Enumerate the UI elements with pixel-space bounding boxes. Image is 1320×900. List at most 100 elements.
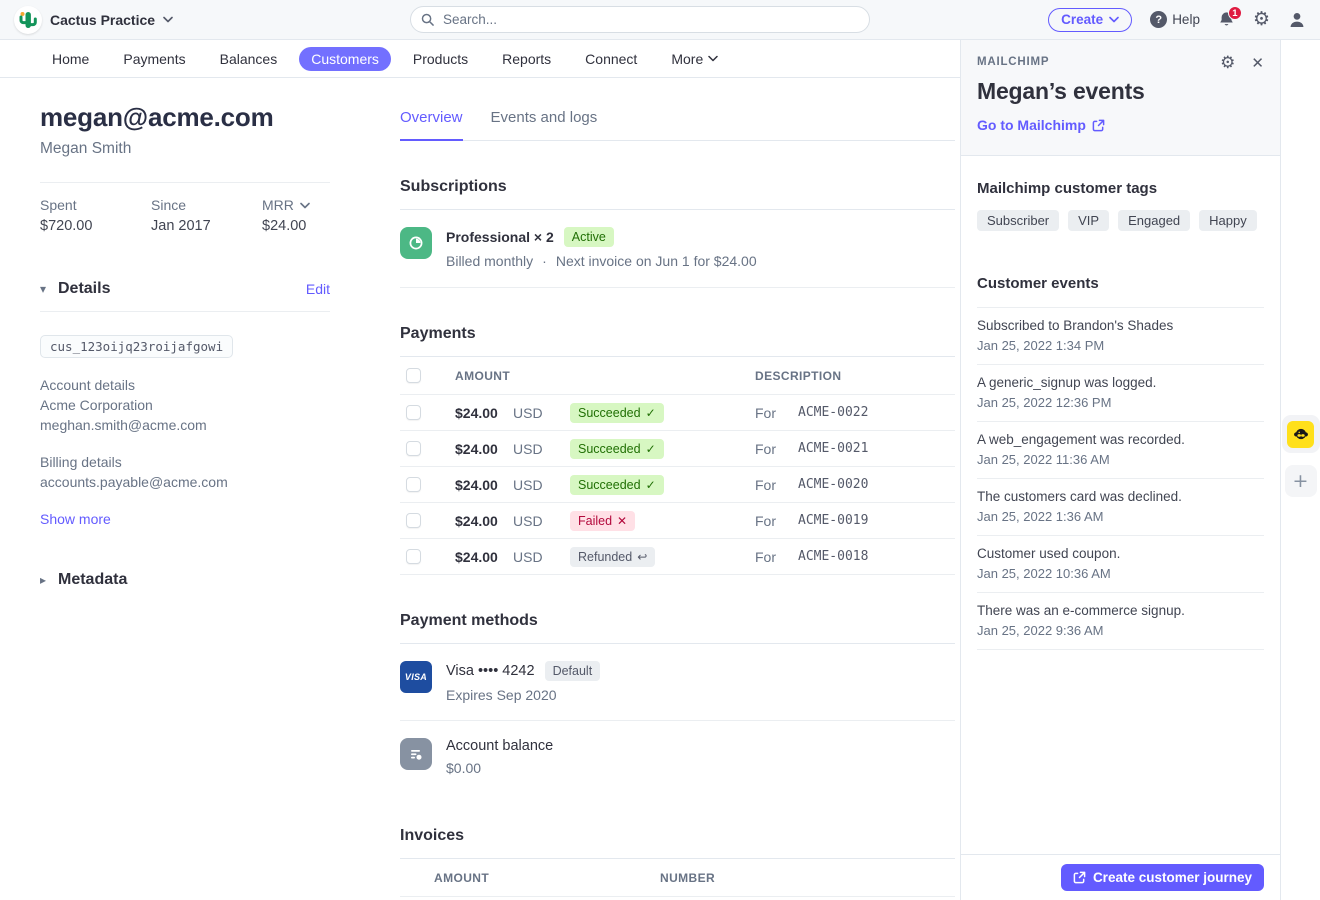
mailchimp-app-button[interactable]	[1282, 415, 1320, 453]
primary-nav: Home Payments Balances Customers Product…	[0, 40, 960, 78]
tab-events-and-logs[interactable]: Events and logs	[491, 109, 598, 140]
customer-tags: Subscriber VIP Engaged Happy	[977, 210, 1264, 231]
card-expiry: Expires Sep 2020	[446, 687, 600, 703]
details-header: ▾ Details Edit	[40, 280, 330, 298]
divider	[40, 311, 330, 312]
status-badge: Refunded ↩	[570, 547, 655, 567]
go-to-mailchimp-link[interactable]: Go to Mailchimp	[977, 117, 1105, 133]
payment-row[interactable]: $24.00 USD Succeeded ✓ For ACME-0022	[400, 395, 955, 431]
mailchimp-panel-body: Mailchimp customer tags Subscriber VIP E…	[961, 156, 1280, 650]
cactus-logo-icon	[14, 6, 42, 34]
notifications-button[interactable]: 1	[1218, 11, 1235, 28]
help-button[interactable]: ? Help	[1150, 11, 1200, 28]
nav-item-more[interactable]: More	[659, 47, 730, 71]
payments-table-header: AMOUNT DESCRIPTION	[400, 357, 955, 395]
event-item: A web_engagement was recorded. Jan 25, 2…	[977, 422, 1264, 479]
tag: Subscriber	[977, 210, 1059, 231]
event-item: Customer used coupon. Jan 25, 2022 10:36…	[977, 536, 1264, 593]
edit-details-link[interactable]: Edit	[306, 281, 330, 297]
balance-value: $0.00	[446, 760, 553, 776]
org-avatar	[14, 6, 42, 34]
invoice-code: ACME-0018	[798, 549, 868, 564]
status-badge: Succeeded ✓	[570, 439, 664, 459]
account-email: meghan.smith@acme.com	[40, 415, 330, 435]
search-input[interactable]	[410, 6, 870, 33]
dot-separator: ·	[542, 253, 547, 269]
stat-spent: Spent $720.00	[40, 197, 151, 234]
column-amount: AMOUNT	[455, 369, 510, 383]
status-badge: Succeeded ✓	[570, 475, 664, 495]
active-badge: Active	[564, 227, 614, 247]
show-more-link[interactable]: Show more	[40, 511, 330, 527]
row-checkbox[interactable]	[406, 513, 421, 528]
create-button[interactable]: Create	[1048, 8, 1132, 32]
subscription-clock-icon	[400, 227, 432, 259]
event-item: There was an e-commerce signup. Jan 25, …	[977, 593, 1264, 650]
stat-since: Since Jan 2017	[151, 197, 262, 234]
topbar-actions: Create ? Help 1 ⚙	[1048, 8, 1306, 32]
nav-item-balances[interactable]: Balances	[208, 47, 290, 71]
check-icon: ✓	[646, 405, 656, 421]
nav-item-products[interactable]: Products	[401, 47, 480, 71]
app-strip: +	[1280, 40, 1320, 900]
tag: VIP	[1068, 210, 1109, 231]
customer-detail-column: Overview Events and logs Subscriptions	[400, 78, 955, 897]
payment-row[interactable]: $24.00 USD Succeeded ✓ For ACME-0020	[400, 467, 955, 503]
panel-settings-gear-icon[interactable]: ⚙	[1220, 55, 1235, 72]
card-row[interactable]: VISA Visa •••• 4242 Default Expires Sep …	[400, 644, 955, 721]
panel-close-icon[interactable]: ✕	[1251, 54, 1264, 72]
invoices-table-header: AMOUNT NUMBER	[400, 859, 955, 897]
chevron-down-icon	[163, 16, 173, 23]
subscription-row[interactable]: Professional × 2 Active Billed monthly ·…	[400, 210, 955, 288]
nav-item-reports[interactable]: Reports	[490, 47, 563, 71]
row-checkbox[interactable]	[406, 405, 421, 420]
org-switcher[interactable]: Cactus Practice	[14, 6, 173, 34]
tag: Engaged	[1118, 210, 1190, 231]
card-label: Visa •••• 4242	[446, 663, 535, 679]
add-app-button[interactable]: +	[1285, 465, 1317, 497]
column-description: DESCRIPTION	[755, 369, 841, 383]
subscription-detail: Billed monthly · Next invoice on Jun 1 f…	[446, 253, 757, 269]
metadata-header[interactable]: ▸ Metadata	[40, 571, 330, 589]
nav-item-home[interactable]: Home	[40, 47, 101, 71]
tab-overview[interactable]: Overview	[400, 109, 463, 141]
account-company: Acme Corporation	[40, 395, 330, 415]
payment-row[interactable]: $24.00 USD Refunded ↩ For ACME-0018	[400, 539, 955, 575]
payment-row[interactable]: $24.00 USD Succeeded ✓ For ACME-0021	[400, 431, 955, 467]
row-checkbox[interactable]	[406, 441, 421, 456]
subscriptions-title: Subscriptions	[400, 178, 507, 196]
profile-icon[interactable]	[1288, 11, 1306, 29]
chevron-down-icon	[1109, 16, 1119, 23]
nav-item-connect[interactable]: Connect	[573, 47, 649, 71]
row-checkbox[interactable]	[406, 549, 421, 564]
refund-arrow-icon: ↩	[637, 549, 647, 565]
invoice-code: ACME-0021	[798, 441, 868, 456]
customer-page: megan@acme.com Megan Smith Spent $720.00…	[0, 78, 960, 897]
external-link-icon	[1073, 871, 1086, 884]
event-item: The customers card was declined. Jan 25,…	[977, 479, 1264, 536]
chevron-down-icon	[708, 55, 718, 62]
invoice-code: ACME-0022	[798, 405, 868, 420]
check-icon: ✓	[646, 477, 656, 493]
external-link-icon	[1092, 119, 1105, 132]
create-customer-journey-button[interactable]: Create customer journey	[1061, 864, 1264, 891]
payment-methods-title: Payment methods	[400, 612, 538, 630]
nav-item-customers[interactable]: Customers	[299, 47, 391, 71]
check-icon: ✓	[646, 441, 656, 457]
settings-gear-icon[interactable]: ⚙	[1253, 10, 1270, 29]
default-badge: Default	[545, 661, 601, 681]
customer-id-chip[interactable]: cus_123oijq23roijafgowi	[40, 335, 233, 358]
select-all-checkbox[interactable]	[406, 368, 421, 383]
payment-row[interactable]: $24.00 USD Failed ✕ For ACME-0019	[400, 503, 955, 539]
stat-mrr: MRR $24.00	[262, 197, 310, 234]
org-name: Cactus Practice	[50, 12, 155, 28]
account-balance-row[interactable]: Account balance $0.00	[400, 721, 955, 793]
invoice-code: ACME-0020	[798, 477, 868, 492]
customer-summary-column: megan@acme.com Megan Smith Spent $720.00…	[0, 78, 370, 897]
collapse-caret-icon[interactable]: ▾	[40, 282, 58, 296]
nav-item-payments[interactable]: Payments	[111, 47, 197, 71]
row-checkbox[interactable]	[406, 477, 421, 492]
mrr-dropdown-icon[interactable]	[300, 202, 310, 209]
account-details: Account details Acme Corporation meghan.…	[40, 375, 330, 435]
search-icon	[421, 13, 434, 26]
